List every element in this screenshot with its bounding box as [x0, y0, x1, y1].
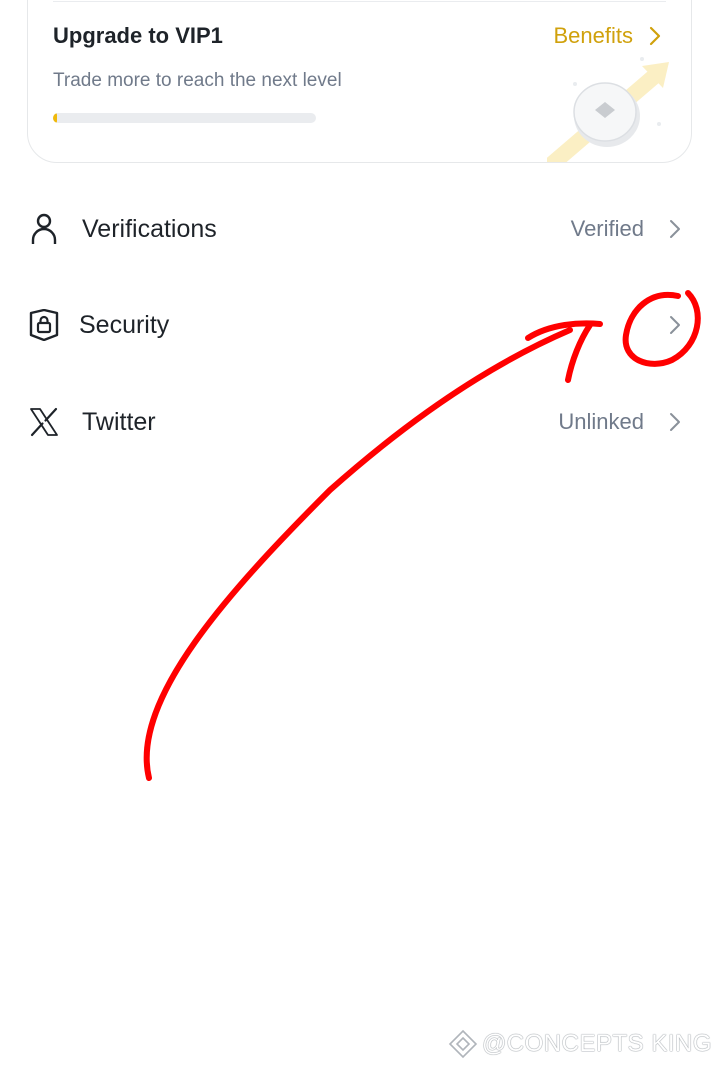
divider: [53, 1, 666, 2]
chevron-right-icon: [670, 413, 680, 431]
settings-row-verifications[interactable]: Verifications Verified: [0, 194, 720, 264]
settings-row-status: Verified: [570, 216, 644, 241]
vip-upgrade-card: Upgrade to VIP1 Benefits Trade more to r…: [27, 0, 692, 163]
settings-row-status: Unlinked: [558, 409, 644, 434]
settings-row-label: Verifications: [82, 214, 217, 243]
vip-subtitle: Trade more to reach the next level: [53, 70, 342, 91]
watermark-text: @CONCEPTS KING: [481, 1030, 712, 1057]
settings-row-twitter[interactable]: Twitter Unlinked: [0, 387, 720, 457]
benefits-link[interactable]: Benefits: [554, 23, 662, 49]
diamond-logo-icon: [448, 1029, 478, 1059]
chevron-right-icon: [670, 220, 680, 238]
settings-row-security[interactable]: Security: [0, 290, 720, 360]
benefits-label: Benefits: [553, 23, 634, 48]
vip-title: Upgrade to VIP1: [53, 23, 223, 48]
person-icon: [28, 213, 60, 245]
vip-progress-bar: [53, 113, 316, 123]
lock-shield-icon: [28, 309, 60, 341]
coin-illustration: [547, 57, 669, 162]
vip-progress-fill: [53, 113, 57, 123]
settings-row-label: Twitter: [82, 407, 156, 436]
chevron-right-icon: [670, 316, 680, 334]
settings-row-label: Security: [79, 310, 170, 339]
x-logo-icon: [28, 406, 60, 438]
watermark: @CONCEPTS KING: [448, 1029, 712, 1059]
chevron-right-icon: [649, 26, 661, 46]
